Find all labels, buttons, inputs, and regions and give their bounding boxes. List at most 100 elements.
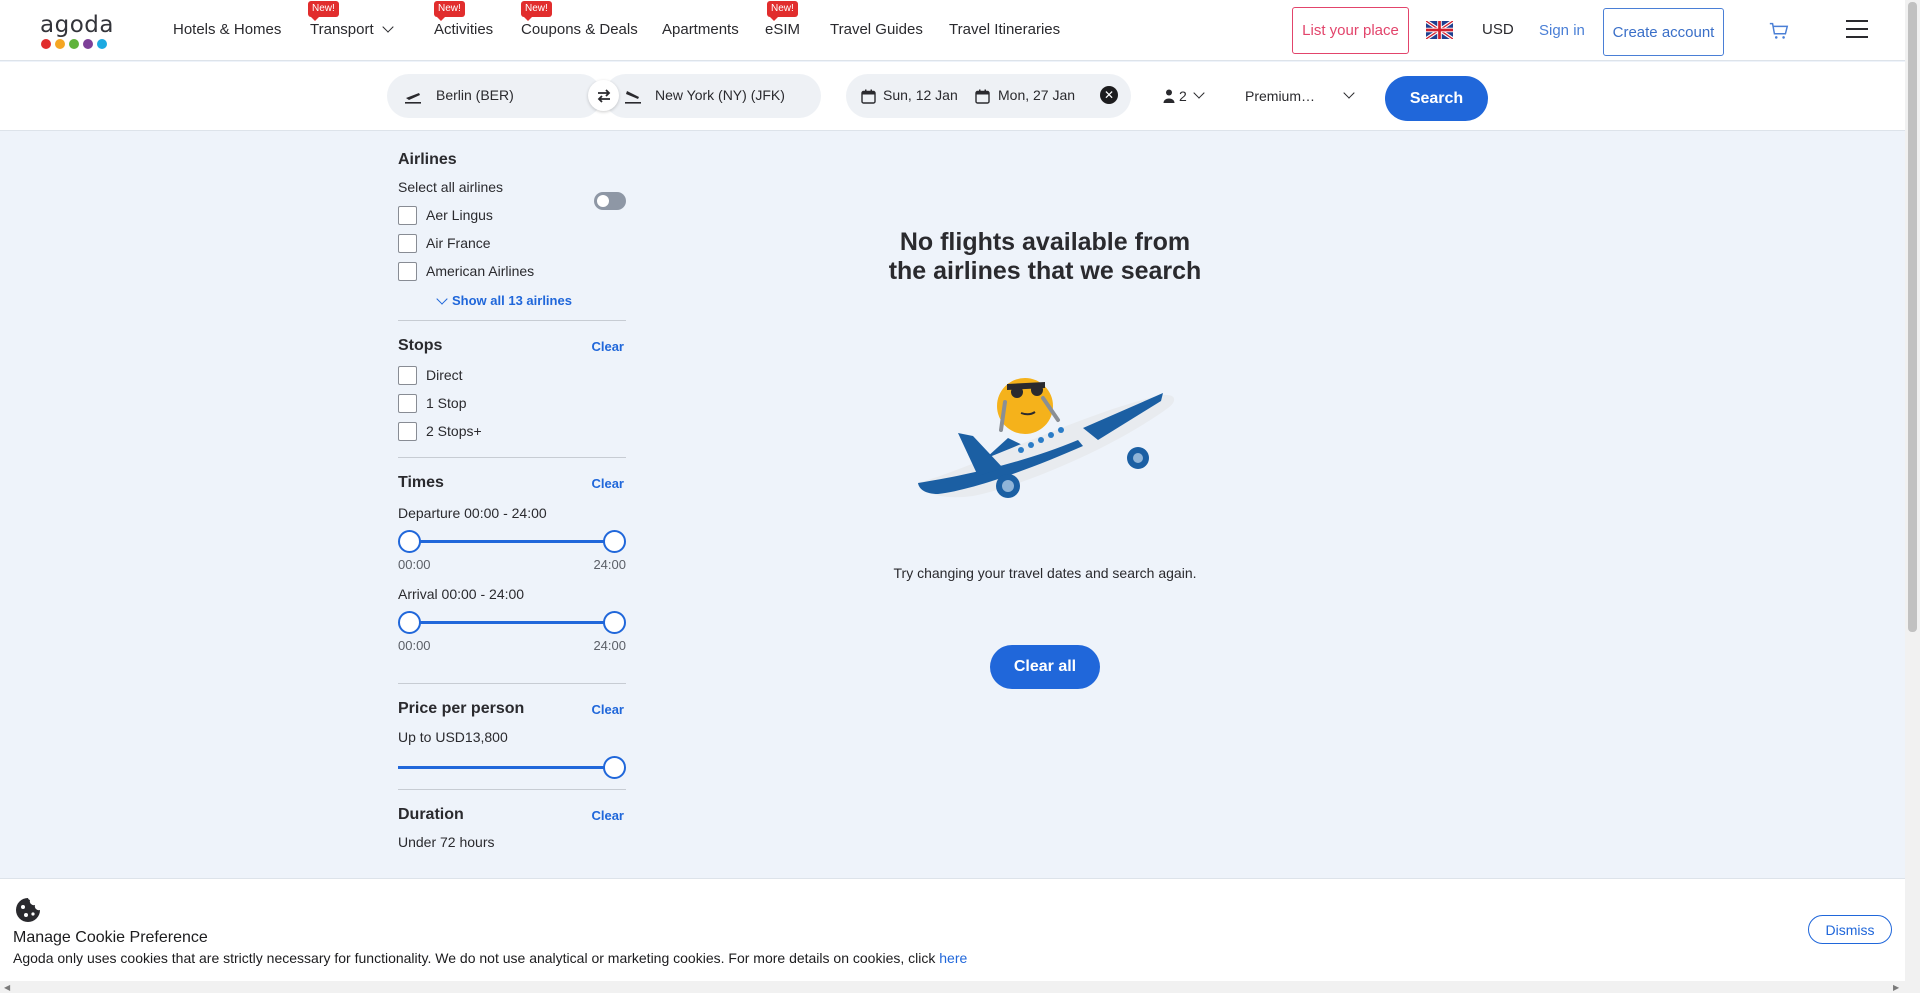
uk-flag-icon[interactable]: [1426, 21, 1453, 39]
nav-label: eSIM: [765, 21, 801, 38]
duration-clear-button[interactable]: Clear: [591, 808, 624, 823]
chevron-down-icon: [1193, 87, 1205, 99]
plane-takeoff-icon: [405, 93, 421, 104]
duration-filter: Duration Clear Under 72 hours: [398, 806, 626, 850]
checkbox[interactable]: [398, 421, 417, 441]
slider-max-handle[interactable]: [603, 530, 626, 553]
select-all-airlines-toggle[interactable]: [594, 192, 626, 210]
sign-in-link[interactable]: Sign in: [1539, 22, 1585, 39]
new-badge: New!: [767, 1, 798, 21]
cabin-class-selector[interactable]: Premium…: [1245, 87, 1355, 104]
empty-state: No flights available from the airlines t…: [880, 228, 1210, 286]
origin-field[interactable]: Berlin (BER): [387, 74, 602, 118]
airline-label: Air France: [426, 235, 491, 251]
nav-hotels-homes[interactable]: Hotels & Homes: [173, 21, 281, 38]
cookie-icon: [16, 898, 40, 922]
top-navigation: agoda Hotels & Homes New! Transport New!…: [0, 0, 1905, 61]
vertical-scrollbar[interactable]: [1905, 0, 1920, 981]
nav-travel-guides[interactable]: Travel Guides: [830, 21, 923, 38]
divider: [398, 683, 626, 684]
nav-apartments[interactable]: Apartments: [662, 21, 739, 38]
clear-dates-icon[interactable]: ✕: [1100, 86, 1118, 104]
cookie-details-link[interactable]: here: [939, 950, 967, 966]
stops-clear-button[interactable]: Clear: [591, 339, 624, 354]
stops-filter: Stops Clear Direct 1 Stop 2 Stops+: [398, 337, 626, 445]
calendar-icon: [975, 89, 990, 104]
cookie-title: Manage Cookie Preference: [13, 929, 208, 946]
airline-label: American Airlines: [426, 263, 535, 279]
plane-landing-icon: [625, 91, 641, 104]
logo-dots: [41, 39, 116, 49]
list-your-place-button[interactable]: List your place: [1292, 7, 1409, 54]
nav-transport[interactable]: New! Transport: [308, 1, 394, 38]
stop-label: 2 Stops+: [426, 423, 482, 439]
times-filter: Times Clear Departure 00:00 - 24:00 00:0…: [398, 474, 626, 653]
passengers-selector[interactable]: 2: [1163, 87, 1205, 104]
departure-range-label: Departure 00:00 - 24:00: [398, 505, 547, 521]
scroll-right-icon[interactable]: ▶: [1893, 983, 1899, 992]
cookie-text: Agoda only uses cookies that are strictl…: [13, 950, 967, 966]
checkbox[interactable]: [398, 233, 417, 253]
nav-activities[interactable]: New! Activities: [434, 1, 493, 38]
dates-field[interactable]: Sun, 12 Jan Mon, 27 Jan: [846, 74, 1131, 118]
cart-icon[interactable]: [1768, 20, 1790, 42]
nav-esim[interactable]: New! eSIM: [765, 1, 801, 38]
slider-max-handle[interactable]: [603, 756, 626, 779]
stop-option[interactable]: Direct: [398, 361, 626, 389]
new-badge: New!: [521, 1, 552, 21]
slider-min-handle[interactable]: [398, 611, 421, 634]
chevron-down-icon: [1343, 87, 1355, 99]
search-button[interactable]: Search: [1385, 76, 1488, 121]
slider-track: [398, 766, 616, 769]
currency-selector[interactable]: USD: [1482, 21, 1514, 38]
swap-button[interactable]: [588, 80, 619, 111]
new-badge: New!: [308, 1, 339, 21]
destination-field[interactable]: New York (NY) (JFK): [604, 74, 821, 118]
airline-label: Aer Lingus: [426, 207, 493, 223]
new-badge: New!: [434, 1, 465, 21]
cookie-description: Agoda only uses cookies that are strictl…: [13, 950, 936, 966]
departure-range-values: 00:00 24:00: [398, 557, 626, 572]
airline-option[interactable]: Aer Lingus: [398, 201, 626, 229]
range-min: 00:00: [398, 638, 431, 653]
chevron-down-icon: [436, 292, 448, 305]
clear-all-button[interactable]: Clear all: [990, 645, 1100, 689]
no-flights-title: No flights available from the airlines t…: [888, 228, 1202, 285]
horizontal-scrollbar[interactable]: ◀ ▶: [0, 981, 1905, 993]
departure-slider[interactable]: [398, 529, 626, 553]
scrollbar-thumb[interactable]: [1908, 2, 1917, 632]
times-clear-button[interactable]: Clear: [591, 476, 624, 491]
price-slider[interactable]: [398, 755, 626, 779]
nav-coupons-deals[interactable]: New! Coupons & Deals: [521, 1, 638, 38]
agoda-logo[interactable]: agoda: [40, 12, 116, 52]
hamburger-menu-icon[interactable]: [1846, 19, 1868, 39]
price-clear-button[interactable]: Clear: [591, 702, 624, 717]
cabin-class-value: Premium…: [1245, 88, 1316, 104]
airline-option[interactable]: American Airlines: [398, 257, 626, 285]
nav-label: Travel Itineraries: [949, 21, 1061, 38]
passenger-count: 2: [1179, 88, 1187, 104]
checkbox[interactable]: [398, 393, 417, 413]
depart-date[interactable]: Sun, 12 Jan: [883, 87, 958, 103]
airline-option[interactable]: Air France: [398, 229, 626, 257]
stop-option[interactable]: 1 Stop: [398, 389, 626, 417]
create-account-button[interactable]: Create account: [1603, 8, 1724, 56]
stop-option[interactable]: 2 Stops+: [398, 417, 626, 445]
checkbox[interactable]: [398, 365, 417, 385]
checkbox[interactable]: [398, 205, 417, 225]
range-max: 24:00: [593, 557, 626, 572]
show-all-airlines-link[interactable]: Show all 13 airlines: [436, 292, 626, 308]
slider-min-handle[interactable]: [398, 530, 421, 553]
duration-limit-label: Under 72 hours: [398, 834, 495, 850]
show-all-label: Show all 13 airlines: [452, 293, 572, 308]
scroll-left-icon[interactable]: ◀: [4, 983, 10, 992]
checkbox[interactable]: [398, 261, 417, 281]
airlines-filter: Airlines Select all airlines Aer Lingus …: [398, 151, 626, 308]
slider-max-handle[interactable]: [603, 611, 626, 634]
return-date[interactable]: Mon, 27 Jan: [998, 87, 1075, 103]
nav-label: Transport: [310, 21, 374, 38]
arrival-slider[interactable]: [398, 610, 626, 634]
dismiss-cookie-button[interactable]: Dismiss: [1808, 915, 1892, 944]
nav-travel-itineraries[interactable]: Travel Itineraries: [949, 21, 1060, 38]
arrival-range-values: 00:00 24:00: [398, 638, 626, 653]
